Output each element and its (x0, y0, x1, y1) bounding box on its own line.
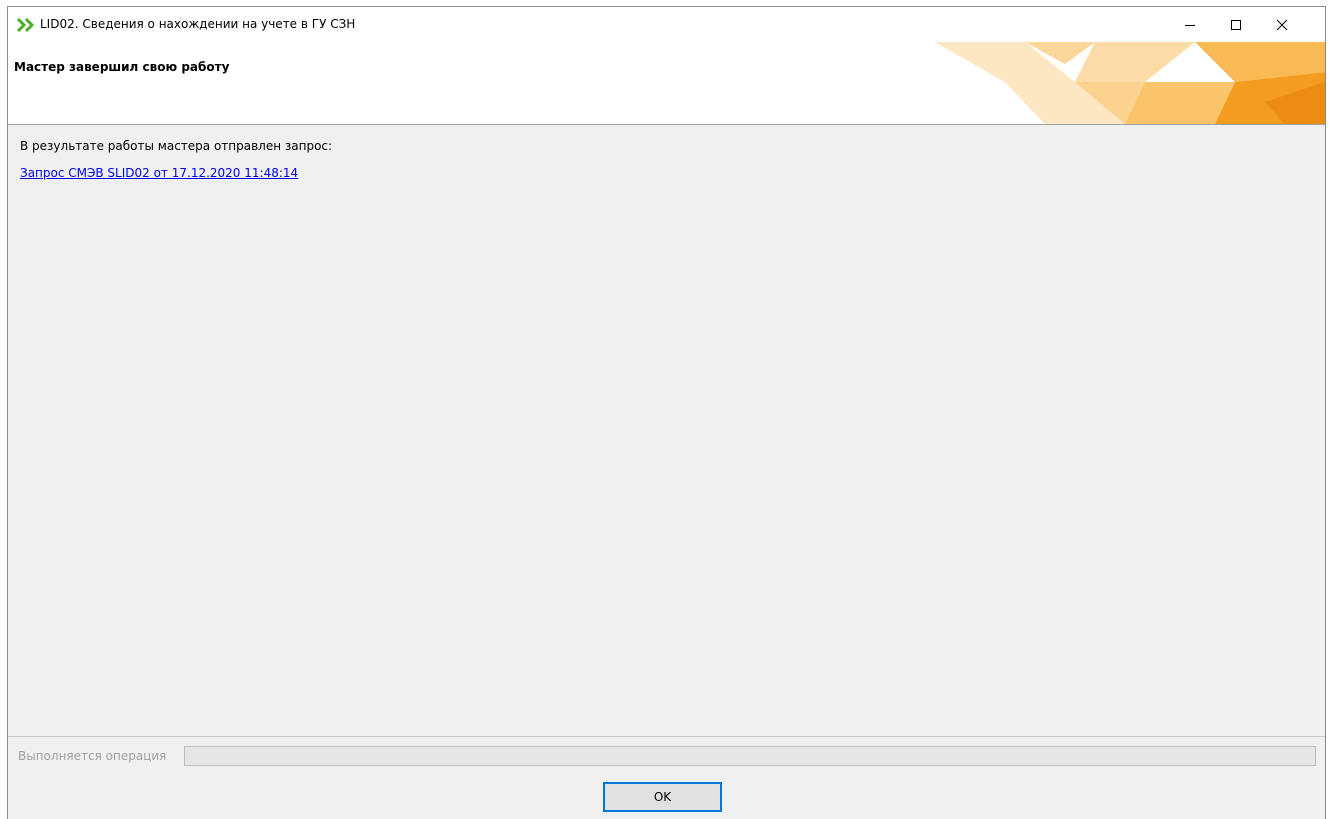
operation-label: Выполняется операция (18, 749, 167, 763)
close-icon (1276, 19, 1288, 30)
maximize-button[interactable] (1213, 7, 1259, 42)
wizard-header: Мастер завершил свою работу (8, 42, 1325, 125)
operation-progress-bar (184, 746, 1316, 766)
wizard-footer: Выполняется операция OK (8, 736, 1325, 819)
title-bar[interactable]: LID02. Сведения о нахождении на учете в … (8, 7, 1325, 42)
wizard-window: LID02. Сведения о нахождении на учете в … (7, 6, 1326, 819)
result-description: В результате работы мастера отправлен за… (20, 139, 333, 153)
wizard-content: В результате работы мастера отправлен за… (8, 125, 1325, 735)
window-title: LID02. Сведения о нахождении на учете в … (40, 17, 356, 31)
minimize-icon (1185, 24, 1195, 26)
request-link[interactable]: Запрос СМЭВ SLID02 от 17.12.2020 11:48:1… (20, 166, 298, 180)
minimize-button[interactable] (1167, 7, 1213, 42)
maximize-icon (1231, 19, 1241, 30)
wizard-status-title: Мастер завершил свою работу (14, 60, 230, 74)
ok-button[interactable]: OK (603, 782, 722, 812)
header-banner-graphic (935, 42, 1325, 124)
double-chevron-right-icon (16, 18, 35, 32)
close-button[interactable] (1259, 7, 1305, 42)
